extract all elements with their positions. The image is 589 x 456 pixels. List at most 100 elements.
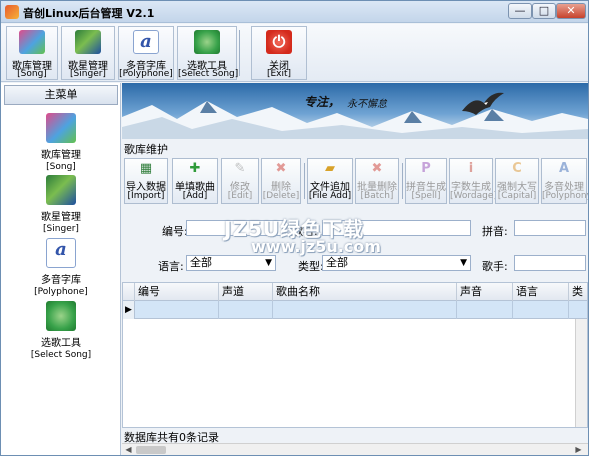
type-label: 类型: — [298, 260, 324, 273]
sidebar-item-song[interactable]: 歌库管理 [Song] — [11, 113, 111, 172]
column-header-sound[interactable]: 声音 — [457, 283, 513, 301]
sidebar-item-select-song[interactable]: 选歌工具 [Select Song] — [11, 301, 111, 360]
scroll-right-icon[interactable]: ▶ — [573, 445, 584, 455]
spell-button[interactable]: P 拼音生成 [Spell] — [405, 158, 447, 204]
song-library-icon — [46, 113, 76, 143]
sidebar: 主菜单 歌库管理 [Song] 歌星管理 [Singer] a 多音字库 [Po… — [1, 83, 121, 455]
batch-delete-icon: ✖ — [371, 161, 383, 176]
sidebar-item-polyphone[interactable]: a 多音字库 [Polyphone] — [11, 238, 111, 297]
toolbar-exit-button[interactable]: ⏻ 关闭 [Exit] — [251, 26, 307, 80]
delete-sub: [Delete] — [262, 191, 300, 201]
sidebar-item-label: 多音字库 — [41, 275, 81, 286]
toolbar-singer-button[interactable]: 歌星管理 [Singer] — [61, 26, 115, 80]
maximize-button[interactable]: □ — [532, 3, 556, 19]
wordage-sub: [Wordage] — [450, 191, 497, 201]
spell-sub: [Spell] — [411, 191, 441, 201]
power-icon: ⏻ — [266, 30, 292, 54]
edit-sub: [Edit] — [227, 191, 253, 201]
vertical-scrollbar[interactable] — [575, 319, 587, 427]
folder-icon: ▰ — [325, 161, 335, 176]
app-window: 音创Linux后台管理 V2.1 — □ ✕ 歌库管理 [Song] 歌星管理 … — [0, 0, 589, 456]
add-song-button[interactable]: ✚ 单填歌曲 [Add] — [172, 158, 218, 204]
sidebar-item-label: 歌库管理 — [41, 150, 81, 161]
close-window-button[interactable]: ✕ — [556, 3, 586, 19]
column-header-type[interactable]: 类 — [569, 283, 587, 301]
sidebar-item-label: 选歌工具 — [41, 338, 81, 349]
import-icon: ▦ — [139, 161, 153, 176]
edit-button[interactable]: ✎ 修改 [Edit] — [221, 158, 259, 204]
toolbar-exit-sub: [Exit] — [266, 69, 292, 79]
select-song-icon — [46, 301, 76, 331]
polyphony-sub: [Polyphony] — [542, 191, 588, 201]
file-add-button[interactable]: ▰ 文件追加 [File Add] — [307, 158, 353, 204]
pinyin-input[interactable] — [514, 220, 586, 236]
row-indicator-icon: ▶ — [123, 301, 135, 319]
sidebar-item-label: 歌星管理 — [41, 212, 81, 223]
mountain-illustration — [122, 101, 588, 139]
song-table[interactable]: 编号 声道 歌曲名称 声音 语言 类 ▶ — [122, 282, 588, 428]
column-header-id[interactable]: 编号 — [135, 283, 219, 301]
import-button[interactable]: ▦ 导入数据 [Import] — [124, 158, 168, 204]
toolbar-polyphone-button[interactable]: a 多音字库 [Polyphone] — [118, 26, 174, 80]
wordage-icon: i — [468, 161, 474, 176]
action-separator — [304, 163, 305, 199]
table-header: 编号 声道 歌曲名称 声音 语言 类 — [123, 283, 587, 301]
singer-label: 歌手: — [482, 260, 508, 273]
app-logo-icon — [5, 5, 19, 19]
watermark-url: www.jz5u.com — [251, 237, 381, 256]
language-select[interactable]: 全部 ▼ — [186, 255, 276, 271]
toolbar-separator — [239, 30, 240, 76]
table-row[interactable] — [123, 301, 587, 319]
title-bar: 音创Linux后台管理 V2.1 — □ ✕ — [1, 1, 588, 23]
toolbar-song-button[interactable]: 歌库管理 [Song] — [6, 26, 58, 80]
file-add-sub: [File Add] — [308, 191, 352, 201]
edit-icon: ✎ — [234, 161, 246, 176]
type-select-value: 全部 — [326, 256, 348, 269]
row-header-corner — [123, 283, 135, 301]
import-sub: [Import] — [127, 191, 165, 201]
column-header-channel[interactable]: 声道 — [219, 283, 273, 301]
delete-icon: ✖ — [275, 161, 287, 176]
column-header-song-name[interactable]: 歌曲名称 — [273, 283, 457, 301]
pinyin-label: 拼音: — [482, 225, 508, 238]
eagle-icon — [462, 92, 504, 115]
section-title: 歌库维护 — [124, 143, 168, 156]
add-song-sub: [Add] — [182, 191, 208, 201]
toolbar-singer-sub: [Singer] — [70, 69, 106, 79]
select-song-icon — [194, 30, 220, 54]
spell-icon: P — [421, 161, 431, 176]
minimize-button[interactable]: — — [508, 3, 532, 19]
delete-button[interactable]: ✖ 删除 [Delete] — [261, 158, 301, 204]
sidebar-item-singer[interactable]: 歌星管理 [Singer] — [11, 175, 111, 234]
banner-slogan: 专注， — [304, 95, 341, 109]
scroll-left-icon[interactable]: ◀ — [123, 445, 134, 455]
polyphony-icon: A — [558, 161, 570, 176]
polyphone-icon: a — [133, 30, 159, 54]
singer-icon — [46, 175, 76, 205]
horizontal-scrollbar[interactable]: ◀ ▶ — [122, 443, 588, 455]
id-label: 编号: — [162, 225, 188, 238]
batch-delete-sub: [Batch] — [360, 191, 394, 201]
batch-delete-button[interactable]: ✖ 批量删除 [Batch] — [355, 158, 399, 204]
polyphone-icon: a — [46, 238, 76, 268]
sidebar-header: 主菜单 — [4, 85, 118, 105]
scrollbar-thumb[interactable] — [136, 446, 166, 454]
window-title: 音创Linux后台管理 V2.1 — [23, 7, 155, 20]
toolbar-polyphone-sub: [Polyphone] — [119, 69, 173, 79]
column-header-language[interactable]: 语言 — [513, 283, 569, 301]
main-toolbar: 歌库管理 [Song] 歌星管理 [Singer] a 多音字库 [Polyph… — [1, 24, 588, 82]
toolbar-select-song-sub: [Select Song] — [178, 69, 239, 79]
action-separator — [402, 163, 403, 199]
sidebar-item-sub: [Select Song] — [30, 350, 92, 360]
banner-slogan-secondary: 永不懈怠 — [347, 99, 387, 110]
sidebar-item-sub: [Singer] — [43, 224, 79, 234]
header-banner: 专注， 永不懈怠 — [122, 83, 588, 139]
capital-button[interactable]: C 强制大写 [Capital] — [495, 158, 539, 204]
polyphony-button[interactable]: A 多音处理 [Polyphony] — [541, 158, 588, 204]
wordage-button[interactable]: i 字数生成 [Wordage] — [449, 158, 497, 204]
sidebar-item-sub: [Polyphone] — [34, 287, 88, 297]
singer-input[interactable] — [514, 255, 586, 271]
type-select[interactable]: 全部 ▼ — [322, 255, 471, 271]
toolbar-song-sub: [Song] — [17, 69, 47, 79]
toolbar-select-song-button[interactable]: 选歌工具 [Select Song] — [177, 26, 239, 80]
